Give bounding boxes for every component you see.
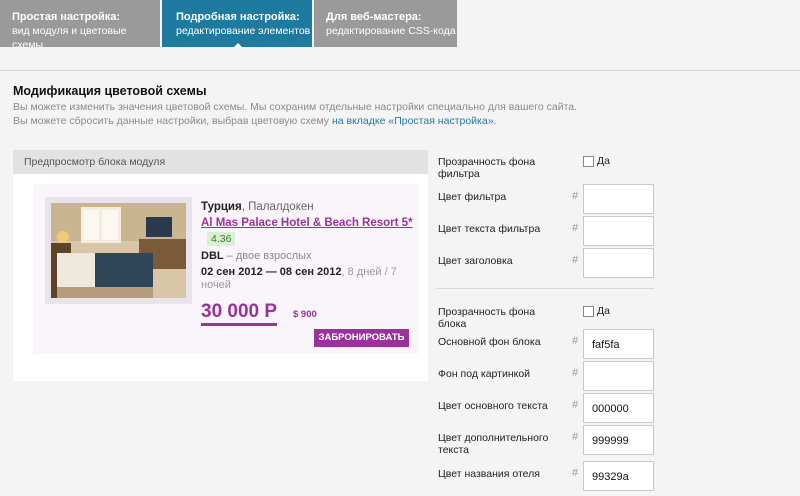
header-color-label: Цвет заголовка bbox=[438, 255, 513, 267]
divider bbox=[0, 70, 800, 71]
book-button[interactable]: ЗАБРОНИРОВАТЬ bbox=[314, 329, 409, 347]
filter-bg-transparency-yes: Да bbox=[597, 155, 610, 167]
filter-text-color-input[interactable] bbox=[583, 216, 654, 246]
reset-text: Вы можете сбросить данные настройки, выб… bbox=[13, 115, 332, 127]
tab-webmaster[interactable]: Для веб-мастера: редактирование CSS-кода bbox=[314, 0, 457, 47]
hotel-name-color-label: Цвет названия отеля bbox=[438, 468, 540, 480]
price-usd: $ 900 bbox=[293, 309, 317, 320]
extra-text-color-label: Цвет дополнительного текста bbox=[438, 432, 549, 456]
room-type: DBL bbox=[201, 250, 224, 262]
hotel-card: Турция, Палалдокен Al Mas Palace Hotel &… bbox=[33, 184, 418, 354]
tab-subtitle: редактирование элементов bbox=[176, 25, 311, 37]
hotel-photo bbox=[51, 203, 186, 298]
tab-detailed-settings[interactable]: Подробная настройка: редактирование элем… bbox=[162, 0, 312, 47]
tab-title: Для веб-мастера: bbox=[326, 11, 422, 23]
city-name: , Палалдокен bbox=[241, 201, 314, 213]
section-description: Вы можете изменить значения цветовой схе… bbox=[13, 101, 578, 113]
hash-symbol: # bbox=[572, 467, 579, 479]
tab-subtitle: вид модуля и цветовые схемы bbox=[12, 25, 127, 51]
hash-symbol: # bbox=[572, 399, 579, 411]
hash-symbol: # bbox=[572, 222, 579, 234]
filter-color-input[interactable] bbox=[583, 184, 654, 214]
block-main-bg-label: Основной фон блока bbox=[438, 336, 541, 348]
hash-symbol: # bbox=[572, 367, 579, 379]
hotel-location: Турция, Палалдокен bbox=[201, 201, 314, 213]
rating-badge: 4.36 bbox=[207, 232, 236, 246]
room-description: – двое взрослых bbox=[223, 250, 312, 262]
preview-panel: Турция, Палалдокен Al Mas Palace Hotel &… bbox=[13, 174, 428, 381]
image-bg-input[interactable] bbox=[583, 361, 654, 391]
tab-subtitle: редактирование CSS-кода bbox=[326, 25, 456, 37]
trip-dates: 02 сен 2012 — 08 сен 2012, 8 дней / 7 но… bbox=[201, 266, 406, 292]
country-name: Турция bbox=[201, 201, 242, 213]
image-bg-label: Фон под картинкой bbox=[438, 368, 531, 380]
main-text-color-label: Цвет основного текста bbox=[438, 400, 548, 412]
hotel-photo-frame bbox=[45, 197, 192, 304]
section-title: Модификация цветовой схемы bbox=[13, 84, 207, 98]
form-divider bbox=[436, 288, 654, 289]
reset-text-suffix: . bbox=[493, 115, 497, 127]
date-range: 02 сен 2012 — 08 сен 2012 bbox=[201, 266, 342, 278]
tab-title: Подробная настройка: bbox=[176, 11, 300, 23]
tab-simple-settings[interactable]: Простая настройка: вид модуля и цветовые… bbox=[0, 0, 160, 51]
hotel-name-link[interactable]: Al Mas Palace Hotel & Beach Resort 5* bbox=[201, 217, 413, 229]
tab-title: Простая настройка: bbox=[12, 11, 121, 23]
block-main-bg-input[interactable]: faf5fa bbox=[583, 329, 654, 359]
price-rub: 30 000 Р bbox=[201, 302, 278, 326]
hash-symbol: # bbox=[572, 254, 579, 266]
filter-bg-transparency-checkbox[interactable] bbox=[583, 156, 594, 167]
extra-text-color-input[interactable]: 999999 bbox=[583, 425, 654, 455]
simple-settings-link[interactable]: на вкладке «Простая настройка» bbox=[332, 115, 494, 127]
settings-tabs: Простая настройка: вид модуля и цветовые… bbox=[0, 0, 800, 51]
header-color-input[interactable] bbox=[583, 248, 654, 278]
filter-bg-transparency-label: Прозрачность фона фильтра bbox=[438, 156, 536, 180]
main-text-color-input[interactable]: 000000 bbox=[583, 393, 654, 423]
block-bg-transparency-yes: Да bbox=[597, 305, 610, 317]
preview-header: Предпросмотр блока модуля bbox=[13, 150, 428, 174]
block-bg-transparency-checkbox[interactable] bbox=[583, 306, 594, 317]
filter-color-label: Цвет фильтра bbox=[438, 191, 507, 203]
hash-symbol: # bbox=[572, 190, 579, 202]
filter-text-color-label: Цвет текста фильтра bbox=[438, 223, 541, 235]
hash-symbol: # bbox=[572, 431, 579, 443]
hotel-name-color-input[interactable]: 99329a bbox=[583, 461, 654, 491]
hash-symbol: # bbox=[572, 335, 579, 347]
block-bg-transparency-label: Прозрачность фона блока bbox=[438, 306, 536, 330]
section-description-reset: Вы можете сбросить данные настройки, выб… bbox=[13, 115, 496, 127]
room-info: DBL – двое взрослых bbox=[201, 250, 312, 262]
